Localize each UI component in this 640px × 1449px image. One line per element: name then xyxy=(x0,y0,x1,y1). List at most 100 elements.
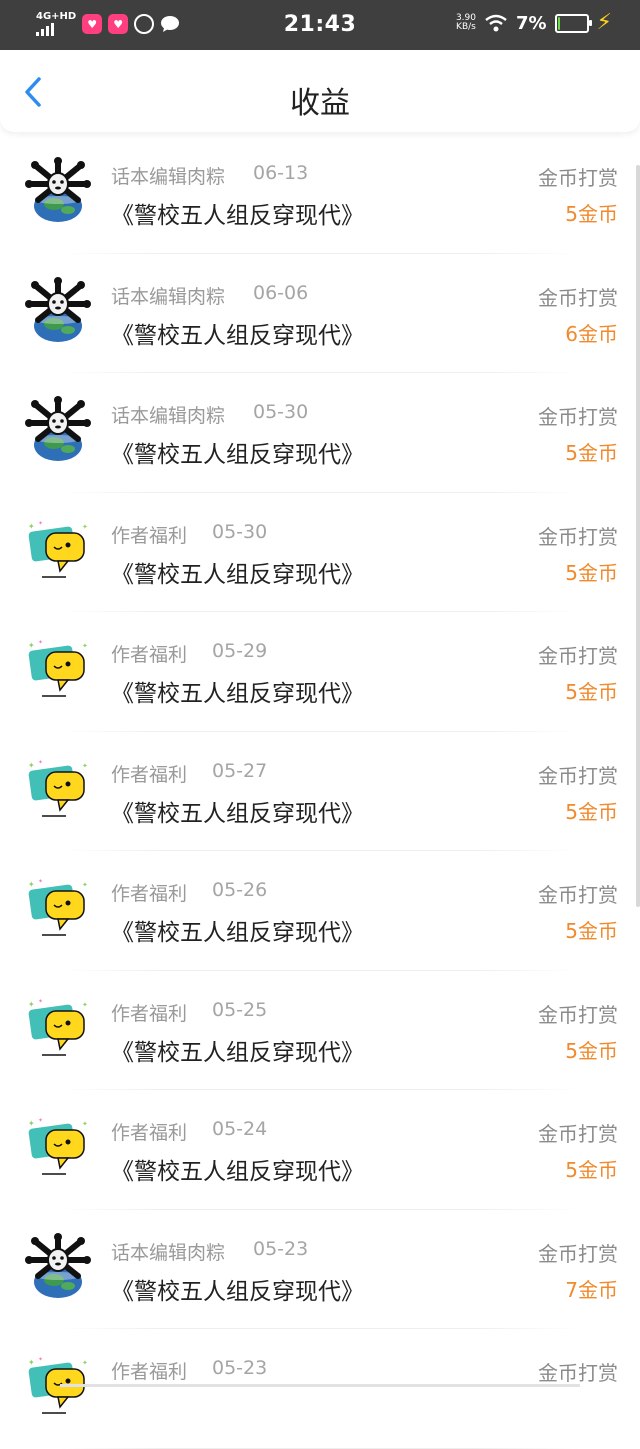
svg-text:✦: ✦ xyxy=(38,1117,43,1124)
income-source: 作者福利 xyxy=(111,879,187,906)
income-source: 作者福利 xyxy=(111,760,187,787)
income-type: 金币打赏 xyxy=(538,760,618,789)
battery-level xyxy=(558,17,560,30)
yellow-bubble-avatar: ✦ ✦ ✦ xyxy=(24,873,92,941)
work-title: 《警校五人组反穿现代》 xyxy=(111,794,364,828)
income-date: 05-27 xyxy=(212,760,267,782)
income-row[interactable]: ✦ ✦ ✦ 作者福利 05-30 《警校五人组反穿现代》 金币打赏 5金币 xyxy=(0,493,640,613)
svg-text:✦: ✦ xyxy=(82,762,88,770)
work-title: 《警校五人组反穿现代》 xyxy=(111,674,364,708)
income-row[interactable]: ✦ ✦ ✦ 作者福利 05-25 《警校五人组反穿现代》 金币打赏 5金币 xyxy=(0,971,640,1091)
income-amount: 7金币 xyxy=(565,1274,618,1303)
income-row[interactable]: ✦ ✦ ✦ 作者福利 05-24 《警校五人组反穿现代》 金币打赏 5金币 xyxy=(0,1090,640,1210)
svg-text:✦: ✦ xyxy=(82,1359,88,1367)
income-type: 金币打赏 xyxy=(538,401,618,430)
income-row[interactable]: ✦ ✦ ✦ 作者福利 05-26 《警校五人组反穿现代》 金币打赏 5金币 xyxy=(0,851,640,971)
income-amount: 5金币 xyxy=(565,676,618,705)
income-date: 05-23 xyxy=(253,1238,308,1260)
work-title: 《警校五人组反穿现代》 xyxy=(111,435,364,469)
income-amount: 5金币 xyxy=(565,1154,618,1183)
battery-icon xyxy=(555,14,589,33)
income-source: 话本编辑肉粽 xyxy=(111,282,225,309)
yellow-bubble-avatar: ✦ ✦ ✦ xyxy=(24,515,92,583)
income-source: 作者福利 xyxy=(111,1357,187,1384)
yellow-bubble-avatar: ✦ ✦ ✦ xyxy=(24,993,92,1061)
income-row[interactable]: ✦ ✦ ✦ 作者福利 05-27 《警校五人组反穿现代》 金币打赏 5金币 xyxy=(0,732,640,852)
svg-text:✦: ✦ xyxy=(38,759,43,766)
income-date: 06-06 xyxy=(253,282,308,304)
svg-text:✦: ✦ xyxy=(38,878,43,885)
income-date: 05-23 xyxy=(212,1357,267,1379)
svg-text:✦: ✦ xyxy=(82,1001,88,1009)
income-type: 金币打赏 xyxy=(538,1357,618,1386)
income-source: 话本编辑肉粽 xyxy=(111,162,225,189)
yellow-bubble-avatar: ✦ ✦ ✦ xyxy=(24,754,92,822)
income-type: 金币打赏 xyxy=(538,1238,618,1267)
page-title: 收益 xyxy=(0,78,640,122)
svg-text:✦: ✦ xyxy=(38,520,43,527)
income-amount: 6金币 xyxy=(565,318,618,347)
income-type: 金币打赏 xyxy=(538,999,618,1028)
skull-globe-avatar xyxy=(24,1232,92,1300)
yellow-bubble-avatar: ✦ ✦ ✦ xyxy=(24,634,92,702)
speed-unit: KB/s xyxy=(456,23,476,32)
income-row[interactable]: 话本编辑肉粽 05-30 《警校五人组反穿现代》 金币打赏 5金币 xyxy=(0,373,640,493)
charging-icon: ⚡ xyxy=(597,12,612,34)
income-list: 话本编辑肉粽 06-13 《警校五人组反穿现代》 金币打赏 5金币 话本编辑肉粽… xyxy=(0,134,640,1449)
svg-text:✦: ✦ xyxy=(82,1120,88,1128)
svg-text:✦: ✦ xyxy=(82,523,88,531)
income-amount: 5金币 xyxy=(565,198,618,227)
work-title: 《警校五人组反穿现代》 xyxy=(111,1272,364,1306)
work-title: 《警校五人组反穿现代》 xyxy=(111,555,364,589)
svg-text:✦: ✦ xyxy=(28,641,35,650)
income-row[interactable]: 话本编辑肉粽 06-06 《警校五人组反穿现代》 金币打赏 6金币 xyxy=(0,254,640,374)
work-title: 《警校五人组反穿现代》 xyxy=(111,1152,364,1186)
svg-text:✦: ✦ xyxy=(38,998,43,1005)
income-type: 金币打赏 xyxy=(538,879,618,908)
income-amount: 5金币 xyxy=(565,437,618,466)
row-divider xyxy=(60,1448,580,1449)
income-amount: 5金币 xyxy=(565,557,618,586)
income-type: 金币打赏 xyxy=(538,162,618,191)
income-type: 金币打赏 xyxy=(538,1118,618,1147)
income-row[interactable]: ✦ ✦ ✦ 作者福利 05-23 金币打赏 xyxy=(0,1329,640,1449)
income-source: 话本编辑肉粽 xyxy=(111,1238,225,1265)
income-date: 05-26 xyxy=(212,879,267,901)
income-date: 05-24 xyxy=(212,1118,267,1140)
svg-text:✦: ✦ xyxy=(38,1356,43,1363)
income-row[interactable]: ✦ ✦ ✦ 作者福利 05-29 《警校五人组反穿现代》 金币打赏 5金币 xyxy=(0,612,640,732)
income-row[interactable]: 话本编辑肉粽 05-23 《警校五人组反穿现代》 金币打赏 7金币 xyxy=(0,1210,640,1330)
svg-text:✦: ✦ xyxy=(82,642,88,650)
svg-text:✦: ✦ xyxy=(82,881,88,889)
network-speed: 3.90 KB/s xyxy=(456,14,476,32)
income-source: 话本编辑肉粽 xyxy=(111,401,225,428)
skull-globe-avatar xyxy=(24,276,92,344)
work-title: 《警校五人组反穿现代》 xyxy=(111,913,364,947)
app-header: 收益 xyxy=(0,50,640,132)
income-source: 作者福利 xyxy=(111,999,187,1026)
work-title: 《警校五人组反穿现代》 xyxy=(111,1033,364,1067)
income-source: 作者福利 xyxy=(111,640,187,667)
battery-percent: 7% xyxy=(516,13,547,34)
svg-text:✦: ✦ xyxy=(28,880,35,889)
svg-text:✦: ✦ xyxy=(38,639,43,646)
wifi-icon xyxy=(484,14,508,32)
status-right: 3.90 KB/s 7% ⚡ xyxy=(456,12,612,34)
income-source: 作者福利 xyxy=(111,1118,187,1145)
scrollbar[interactable] xyxy=(636,165,640,907)
svg-text:✦: ✦ xyxy=(28,1000,35,1009)
svg-text:✦: ✦ xyxy=(28,522,35,531)
income-source: 作者福利 xyxy=(111,521,187,548)
income-row[interactable]: 话本编辑肉粽 06-13 《警校五人组反穿现代》 金币打赏 5金币 xyxy=(0,134,640,254)
work-title: 《警校五人组反穿现代》 xyxy=(111,196,364,230)
work-title: 《警校五人组反穿现代》 xyxy=(111,316,364,350)
status-bar: 4G+HD ♥ ♥ 21:43 3.90 KB/s 7% ⚡ xyxy=(0,0,640,50)
svg-text:✦: ✦ xyxy=(28,1119,35,1128)
income-date: 05-29 xyxy=(212,640,267,662)
yellow-bubble-avatar: ✦ ✦ ✦ xyxy=(24,1112,92,1180)
income-type: 金币打赏 xyxy=(538,640,618,669)
skull-globe-avatar xyxy=(24,156,92,224)
svg-text:✦: ✦ xyxy=(28,1358,35,1367)
income-amount: 5金币 xyxy=(565,915,618,944)
svg-text:✦: ✦ xyxy=(28,761,35,770)
